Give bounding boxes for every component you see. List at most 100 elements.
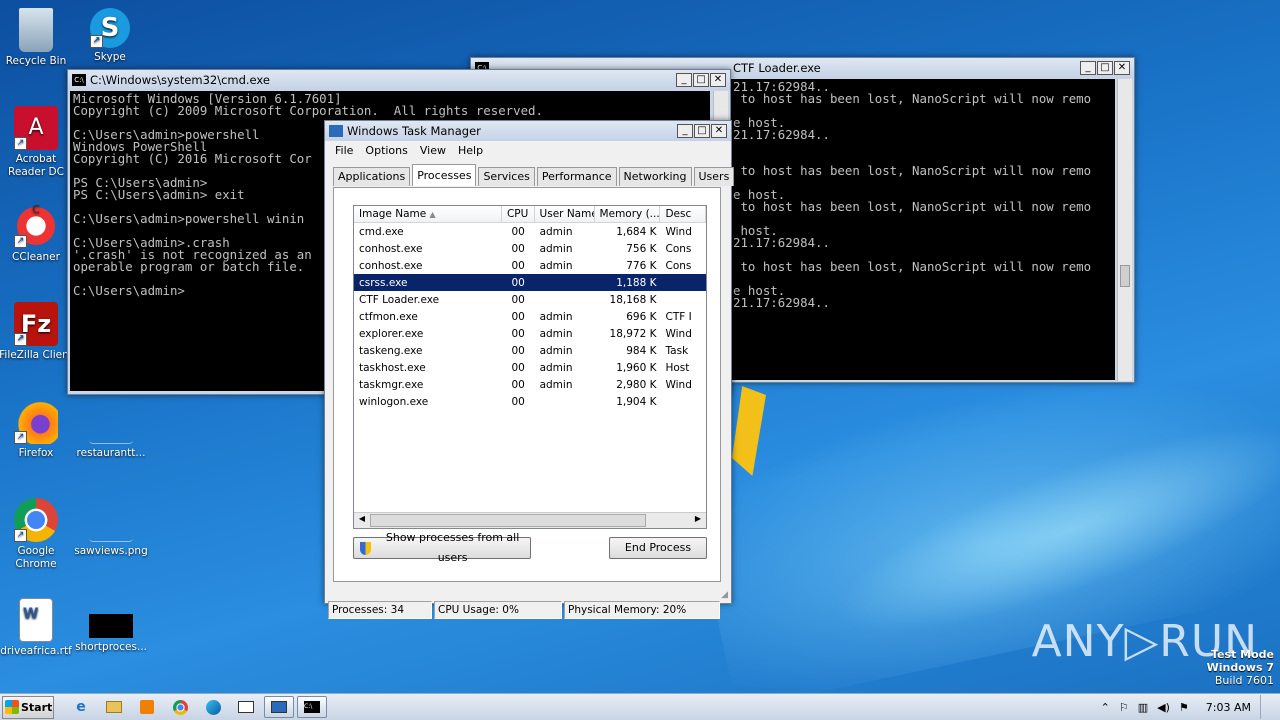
desktop-icon-acrobat[interactable]: A ↗ Acrobat Reader DC — [0, 106, 74, 179]
network-icon[interactable]: ▥ — [1138, 701, 1148, 714]
file-icon — [89, 418, 133, 444]
desktop-icon-chrome[interactable]: ↗ Google Chrome — [0, 498, 74, 571]
minimize-button[interactable]: _ — [677, 124, 693, 138]
desktop-icon-filezilla[interactable]: Fz ↗ FileZilla Client — [0, 302, 74, 362]
process-memory: 776 K — [626, 259, 657, 272]
process-name: csrss.exe — [359, 276, 408, 289]
image-file-icon — [89, 516, 133, 542]
taskbar-window-icon[interactable] — [231, 696, 261, 718]
menu-help[interactable]: Help — [452, 144, 489, 157]
process-row[interactable]: conhost.exe 00 admin 776 K Cons — [354, 257, 706, 274]
maximize-button[interactable]: □ — [694, 124, 710, 138]
desktop-icon-restaurant-file[interactable]: restaurantt... — [73, 418, 149, 460]
status-cpu-usage: CPU Usage: 0% — [434, 601, 562, 619]
status-physical-memory: Physical Memory: 20% — [564, 601, 720, 619]
scroll-thumb[interactable] — [370, 514, 646, 527]
taskbar-explorer-icon[interactable] — [99, 696, 129, 718]
column-image-name[interactable]: Image Name ▲ — [354, 206, 502, 222]
tab-networking[interactable]: Networking — [618, 167, 692, 186]
taskbar-media-player-icon[interactable] — [132, 696, 162, 718]
process-row[interactable]: taskeng.exe 00 admin 984 K Task — [354, 342, 706, 359]
desktop-icon-sawviews-png[interactable]: sawviews.png — [73, 516, 149, 558]
task-manager-window[interactable]: Windows Task Manager _ □ ✕ File Options … — [324, 120, 735, 619]
desktop-icon-skype[interactable]: S ↗ Skype — [72, 8, 148, 64]
close-button[interactable]: ✕ — [711, 124, 727, 138]
minimize-button[interactable]: _ — [1080, 61, 1096, 75]
process-description: CTF I — [665, 310, 692, 323]
cmd-titlebar[interactable]: C:\ C:\Windows\system32\cmd.exe _ □ ✕ — [68, 70, 730, 90]
show-hidden-icons-icon[interactable]: ⌃ — [1101, 701, 1110, 714]
process-user: admin — [539, 259, 573, 272]
process-user: admin — [539, 327, 573, 340]
process-row[interactable]: explorer.exe 00 admin 18,972 K Wind — [354, 325, 706, 342]
tab-services[interactable]: Services — [478, 167, 535, 186]
process-row[interactable]: csrss.exe 00 1,188 K — [354, 274, 706, 291]
column-memory[interactable]: Memory (... — [595, 206, 661, 222]
process-description: Wind — [665, 378, 692, 391]
tab-users[interactable]: Users — [693, 167, 735, 186]
taskbar-chrome-icon[interactable] — [165, 696, 195, 718]
chrome-icon: ↗ — [14, 498, 58, 542]
desktop-icon-recycle-bin[interactable]: Recycle Bin — [0, 8, 74, 68]
minimize-button[interactable]: _ — [676, 73, 692, 87]
process-cpu: 00 — [511, 259, 525, 272]
process-memory: 696 K — [626, 310, 657, 323]
test-mode-line: Build 7601 — [1214, 674, 1274, 687]
clock[interactable]: 7:03 AM — [1206, 701, 1251, 714]
maximize-button[interactable]: □ — [1097, 61, 1113, 75]
flag-icon[interactable]: ⚑ — [1179, 701, 1189, 714]
end-process-button[interactable]: End Process — [609, 537, 707, 559]
tab-applications[interactable]: Applications — [333, 167, 411, 186]
process-row[interactable]: winlogon.exe 00 1,904 K — [354, 393, 706, 410]
process-name: explorer.exe — [359, 327, 424, 340]
executable-file-icon — [89, 614, 133, 638]
menu-file[interactable]: File — [329, 144, 359, 157]
scroll-right-icon[interactable]: ▶ — [691, 514, 705, 527]
process-row[interactable]: CTF Loader.exe 00 18,168 K — [354, 291, 706, 308]
process-cpu: 00 — [511, 361, 525, 374]
task-manager-icon — [329, 125, 343, 137]
taskbar-cmd-icon[interactable]: C:\ — [297, 696, 327, 718]
scroll-thumb[interactable] — [1120, 265, 1130, 287]
task-manager-titlebar[interactable]: Windows Task Manager _ □ ✕ — [325, 121, 731, 141]
vertical-scrollbar[interactable] — [1117, 79, 1132, 381]
tab-processes[interactable]: Processes — [412, 164, 477, 186]
desktop-icon-driveafrica-rtf[interactable]: W driveafrica.rtf — [0, 598, 74, 658]
shield-icon — [360, 541, 372, 555]
taskbar-edge-icon[interactable] — [198, 696, 228, 718]
firefox-icon: ↗ — [14, 400, 58, 444]
taskbar-ie-icon[interactable]: e — [66, 696, 96, 718]
scroll-left-icon[interactable]: ◀ — [355, 514, 369, 527]
menu-options[interactable]: Options — [359, 144, 413, 157]
resize-grip-icon[interactable]: ◢ — [721, 590, 728, 600]
desktop-icon-ccleaner[interactable]: C ↗ CCleaner — [0, 204, 74, 264]
menu-view[interactable]: View — [414, 144, 452, 157]
start-button[interactable]: Start — [2, 695, 54, 719]
process-row[interactable]: ctfmon.exe 00 admin 696 K CTF I — [354, 308, 706, 325]
desktop-icon-shortprocess[interactable]: shortproces... — [73, 614, 149, 654]
volume-icon[interactable]: ◀) — [1157, 701, 1170, 714]
action-center-icon[interactable]: ⚐ — [1119, 701, 1129, 714]
process-row[interactable]: cmd.exe 00 admin 1,684 K Wind — [354, 223, 706, 240]
close-button[interactable]: ✕ — [1114, 61, 1130, 75]
column-description[interactable]: Desc — [660, 206, 706, 222]
desktop-icon-firefox[interactable]: ↗ Firefox — [0, 400, 74, 460]
process-cpu: 00 — [511, 327, 525, 340]
process-row[interactable]: taskhost.exe 00 admin 1,960 K Host — [354, 359, 706, 376]
process-cpu: 00 — [511, 242, 525, 255]
process-user: admin — [539, 242, 573, 255]
column-user-name[interactable]: User Name — [535, 206, 595, 222]
process-list[interactable]: Image Name ▲ CPU User Name Memory (... D… — [353, 205, 707, 529]
process-row[interactable]: conhost.exe 00 admin 756 K Cons — [354, 240, 706, 257]
process-row[interactable]: taskmgr.exe 00 admin 2,980 K Wind — [354, 376, 706, 393]
close-button[interactable]: ✕ — [710, 73, 726, 87]
process-name: conhost.exe — [359, 242, 423, 255]
taskbar-task-manager-icon[interactable] — [264, 696, 294, 718]
column-cpu[interactable]: CPU — [502, 206, 535, 222]
show-all-processes-button[interactable]: Show processes from all users — [353, 531, 531, 564]
show-desktop-button[interactable] — [1260, 695, 1270, 719]
maximize-button[interactable]: □ — [693, 73, 709, 87]
window-title: C:\Windows\system32\cmd.exe — [90, 73, 270, 87]
horizontal-scrollbar[interactable]: ◀ ▶ — [354, 512, 706, 528]
tab-performance[interactable]: Performance — [536, 167, 617, 186]
